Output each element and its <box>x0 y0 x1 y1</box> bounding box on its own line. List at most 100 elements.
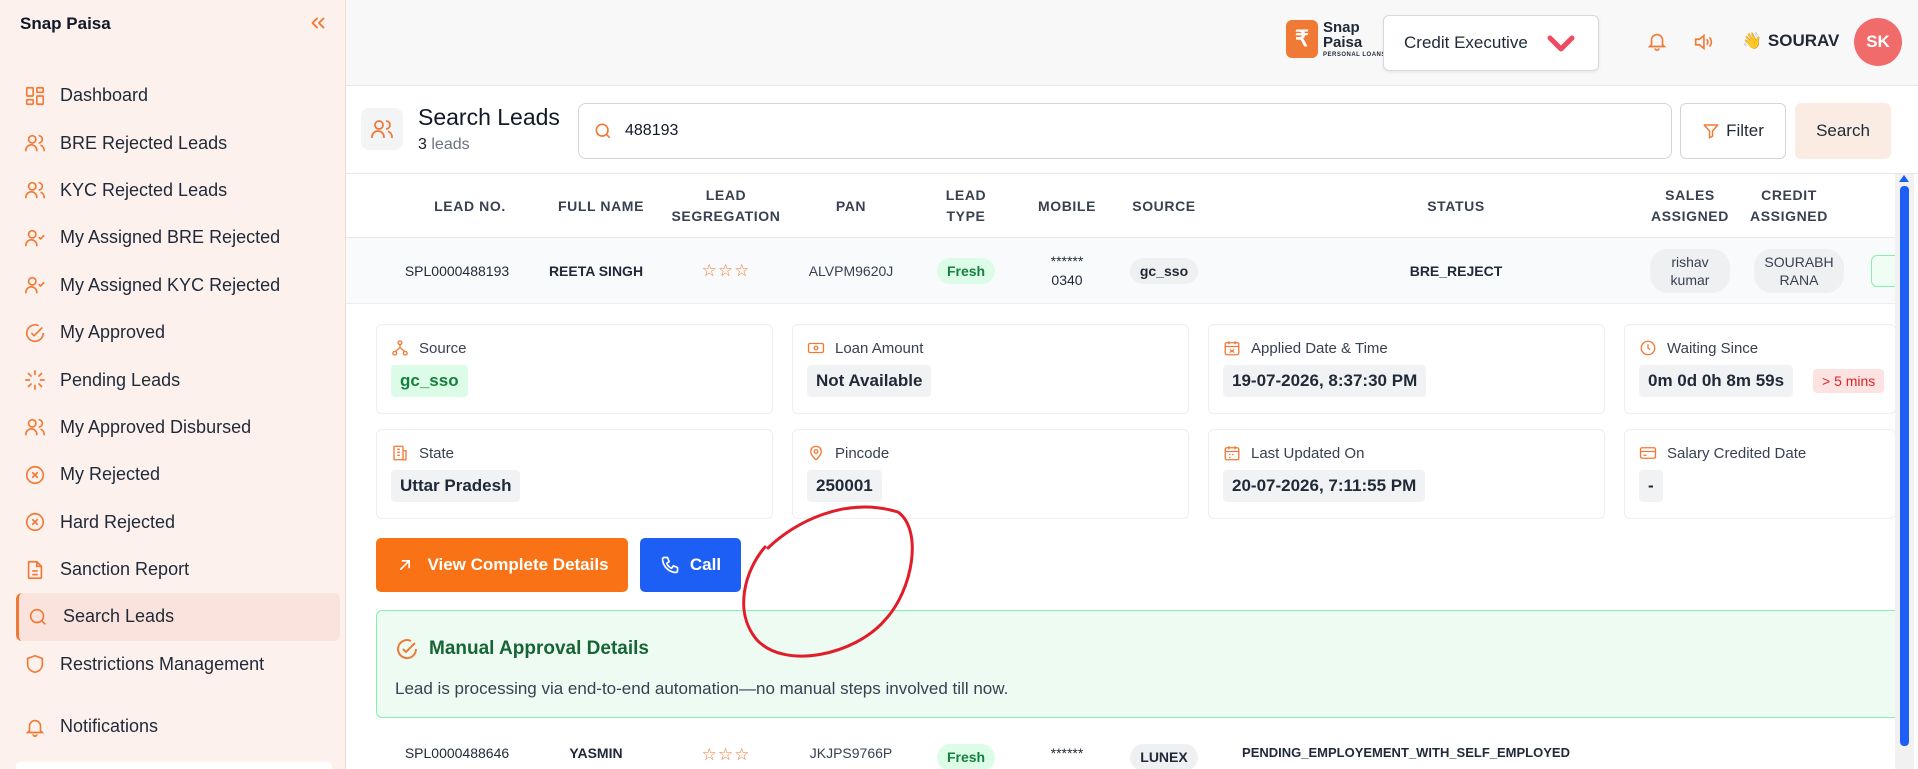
column-header[interactable]: PAN <box>801 174 901 238</box>
applied-date-label: Applied Date & Time <box>1251 339 1388 357</box>
bell-icon <box>24 716 46 738</box>
x-circle-icon <box>24 464 46 486</box>
sidebar-item-restrictions-management[interactable]: Restrictions Management <box>16 641 340 688</box>
filter-icon <box>1702 122 1720 140</box>
calendar-icon <box>1223 444 1241 462</box>
sidebar-item-kyc-rejected-leads[interactable]: KYC Rejected Leads <box>16 167 340 214</box>
last-updated-card: Last Updated On 20-07-2026, 7:11:55 PM <box>1208 429 1605 519</box>
sidebar-item-my-assigned-bre-rejected[interactable]: My Assigned BRE Rejected <box>16 214 340 261</box>
manual-approval-description: Lead is processing via end-to-end automa… <box>395 679 1009 698</box>
leads-count-label: leads <box>431 136 470 153</box>
sidebar-item-label: Hard Rejected <box>60 511 176 532</box>
logo-text-line1: Snap <box>1323 19 1360 36</box>
column-header[interactable]: FULL NAME <box>531 174 671 238</box>
search-box[interactable] <box>578 103 1672 159</box>
full-name: REETA SINGH <box>548 262 644 279</box>
lead-segregation: ☆☆☆ <box>676 238 776 304</box>
sidebar-item-dashboard[interactable]: Dashboard <box>16 72 340 119</box>
source: gc_sso <box>1116 238 1212 304</box>
search-header: Search Leads 3 leads Filter Search <box>346 86 1918 174</box>
sidebar-item-my-rejected[interactable]: My Rejected <box>16 451 340 498</box>
sidebar-item-label: Pending Leads <box>60 369 181 390</box>
sidebar-item-notifications[interactable]: Notifications <box>16 703 340 750</box>
mobile-last-digits: 0340 <box>1051 272 1083 288</box>
collapse-sidebar-icon[interactable] <box>307 12 329 34</box>
sales-assigned-badge: rishav kumar <box>1650 248 1730 294</box>
user-name: SOURAV <box>1767 31 1840 50</box>
snap-paisa-logo: ₹ Snap Paisa PERSONAL LOANS <box>1286 20 1386 58</box>
source-card: Source gc_sso <box>376 324 773 414</box>
source-badge: LUNEX <box>1130 744 1198 769</box>
scrollbar-thumb[interactable] <box>1900 186 1909 746</box>
logo-tagline: PERSONAL LOANS <box>1323 52 1386 58</box>
speaker-icon[interactable] <box>1692 31 1714 53</box>
shield-icon <box>24 653 46 675</box>
sidebar-item-hard-rejected[interactable]: Hard Rejected <box>16 499 340 546</box>
source: LUNEX <box>1116 740 1212 769</box>
salary-date-card: Salary Credited Date - <box>1624 429 1896 519</box>
call-button-label: Call <box>689 555 722 574</box>
view-complete-details-button[interactable]: View Complete Details <box>376 538 628 592</box>
scroll-up-arrow-icon[interactable] <box>1899 175 1909 182</box>
x-circle-icon <box>24 511 46 533</box>
column-header[interactable]: STATUS <box>1396 174 1516 238</box>
table-row[interactable]: SPL0000488193 REETA SINGH ☆☆☆ ALVPM9620J… <box>346 238 1906 304</box>
applied-date-value: 19-07-2026, 8:37:30 PM <box>1223 365 1427 397</box>
state-card: State Uttar Pradesh <box>376 429 773 519</box>
column-header[interactable]: LEAD SEGREGATION <box>664 174 788 238</box>
search-input[interactable] <box>625 122 1525 140</box>
source-badge: gc_sso <box>1129 257 1199 285</box>
lead-type-badge: Fresh <box>936 744 996 769</box>
sidebar-item-bre-rejected-leads[interactable]: BRE Rejected Leads <box>16 119 340 166</box>
sidebar-item-sanction-report[interactable]: Sanction Report <box>16 546 340 593</box>
logo-text-line2: Paisa <box>1323 34 1363 51</box>
status: PENDING_EMPLOYEMENT_WITH_SELF_EMPLOYED <box>1242 745 1570 760</box>
chevron-down-icon <box>1546 33 1576 55</box>
notifications-bell-icon[interactable] <box>1646 30 1668 52</box>
sidebar-footer <box>16 762 332 769</box>
lead-number[interactable]: SPL0000488646 <box>382 740 532 769</box>
sidebar-item-label: My Approved <box>60 322 166 343</box>
main-content: Search Leads 3 leads Filter Search LEAD … <box>346 86 1918 769</box>
leads-count-number: 3 <box>418 136 427 153</box>
lead-segregation: ☆☆☆ <box>676 740 776 769</box>
column-header[interactable]: SOURCE <box>1116 174 1212 238</box>
table-row[interactable]: SPL0000488646 YASMIN ☆☆☆ JKJPS9766P Fres… <box>346 740 1906 769</box>
status: BRE_REJECT <box>1409 262 1503 279</box>
column-header[interactable]: LEAD NO. <box>390 174 550 238</box>
filter-button[interactable]: Filter <box>1680 103 1786 159</box>
column-header[interactable]: CREDIT ASSIGNED <box>1746 174 1832 238</box>
column-header[interactable]: LEAD TYPE <box>926 174 1006 238</box>
sidebar-item-pending-leads[interactable]: Pending Leads <box>16 356 340 403</box>
top-bar: ₹ Snap Paisa PERSONAL LOANS Credit Execu… <box>346 0 1918 86</box>
search-button[interactable]: Search <box>1795 103 1891 159</box>
sidebar-item-search-leads[interactable]: Search Leads <box>16 593 340 641</box>
sidebar-item-label: My Assigned BRE Rejected <box>60 227 281 248</box>
sidebar-item-label: My Rejected <box>60 464 161 485</box>
loader-icon <box>24 369 46 391</box>
pincode-value: 250001 <box>807 470 882 502</box>
sidebar: Snap Paisa Dashboard BRE Rejected Leads … <box>0 0 346 769</box>
map-pin-icon <box>807 444 825 462</box>
check-circle-icon <box>24 322 46 344</box>
vertical-scrollbar[interactable] <box>1895 174 1914 769</box>
state-value: Uttar Pradesh <box>391 470 521 502</box>
sidebar-item-my-approved-disbursed[interactable]: My Approved Disbursed <box>16 404 340 451</box>
sidebar-item-my-assigned-kyc-rejected[interactable]: My Assigned KYC Rejected <box>16 262 340 309</box>
avatar[interactable]: SK <box>1854 18 1902 66</box>
sidebar-item-my-approved[interactable]: My Approved <box>16 309 340 356</box>
user-greeting: 👋 SOURAV <box>1742 31 1839 51</box>
role-selector[interactable]: Credit Executive <box>1383 15 1599 71</box>
waiting-since-card: Waiting Since 0m 0d 0h 8m 59s > 5 mins <box>1624 324 1896 414</box>
column-header[interactable]: MOBILE <box>1024 174 1110 238</box>
pincode-card: Pincode 250001 <box>792 429 1189 519</box>
manual-approval-panel: Manual Approval Details Lead is processi… <box>376 610 1906 718</box>
cash-icon <box>807 339 825 357</box>
column-header[interactable]: SALES ASSIGNED <box>1642 174 1738 238</box>
call-button[interactable]: Call <box>640 538 741 592</box>
search-icon <box>27 606 49 628</box>
users-icon <box>24 179 46 201</box>
sidebar-item-label: Search Leads <box>63 606 175 627</box>
lead-number[interactable]: SPL0000488193 <box>382 238 532 304</box>
user-check-icon <box>24 227 46 249</box>
